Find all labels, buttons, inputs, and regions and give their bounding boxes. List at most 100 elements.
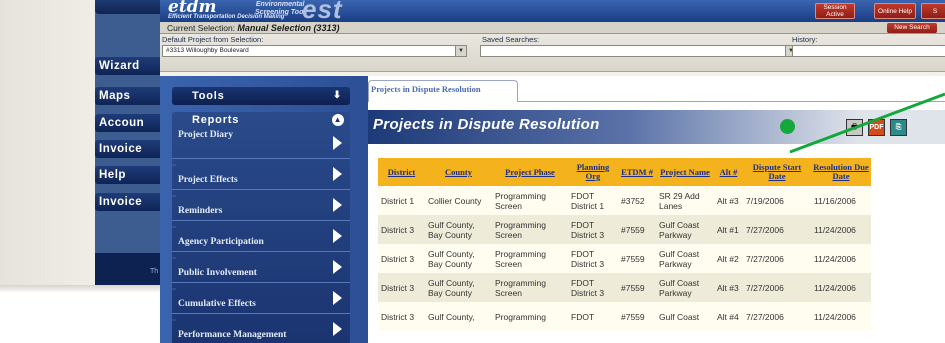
saved-searches-select[interactable]: ▼ bbox=[480, 45, 797, 57]
saved-searches-label: Saved Searches: bbox=[482, 35, 540, 44]
tab-divider bbox=[518, 101, 945, 102]
column-header-planning-org[interactable]: Planning Org bbox=[568, 158, 618, 186]
chevron-down-icon[interactable]: ▼ bbox=[455, 46, 466, 56]
dots-icon: ·· bbox=[172, 225, 177, 231]
cell-planning-org: FDOT bbox=[568, 302, 618, 331]
left-panel: Tools ⬇ Reports ▲ Project Diary ·· Projec… bbox=[160, 76, 368, 343]
cell-project-phase: Programming Screen bbox=[492, 186, 568, 215]
nav-button-invoice-2[interactable]: Invoice bbox=[95, 193, 170, 211]
default-project-select[interactable]: #3313 Willoughby Boulevard ▼ bbox=[162, 45, 467, 57]
report-item-performance-management[interactable]: ·· Performance Management bbox=[172, 314, 350, 343]
table-header-row: District County Project Phase Planning O… bbox=[378, 158, 871, 186]
cell-alt: Alt #4 bbox=[714, 302, 743, 331]
env-screening-label: Environmental Screening Tool bbox=[255, 1, 306, 16]
cell-district: District 1 bbox=[378, 186, 425, 215]
column-header-county[interactable]: County bbox=[425, 158, 492, 186]
nav-button-invoice[interactable]: Invoice bbox=[95, 140, 170, 158]
cell-resolution-due-date: 11/24/2006 bbox=[811, 302, 871, 331]
cell-etdm-number: #7559 bbox=[618, 273, 656, 302]
current-selection-bar: Current Selection: Manual Selection (331… bbox=[160, 22, 945, 34]
table-body: District 1 Collier County Programming Scre… bbox=[378, 186, 871, 331]
play-arrow-icon bbox=[333, 229, 342, 243]
cell-county: Gulf County, Bay County bbox=[425, 244, 492, 273]
default-project-value: #3313 Willoughby Boulevard bbox=[166, 47, 249, 54]
dots-icon: ·· bbox=[172, 194, 177, 200]
report-item-project-diary[interactable]: Project Diary bbox=[172, 128, 350, 159]
nav-button-maps[interactable]: Maps bbox=[95, 87, 170, 105]
cell-project-name: Gulf Coast Parkway bbox=[656, 244, 714, 273]
dots-icon: ·· bbox=[172, 256, 177, 262]
cell-dispute-start-date: 7/19/2006 bbox=[743, 186, 811, 215]
new-search-button[interactable]: New Search bbox=[887, 23, 937, 33]
reports-panel: Reports ▲ Project Diary ·· Project Effect… bbox=[172, 112, 350, 343]
cell-dispute-start-date: 7/27/2006 bbox=[743, 302, 811, 331]
play-arrow-icon bbox=[333, 260, 342, 274]
play-arrow-icon bbox=[333, 291, 342, 305]
current-selection-value: Manual Selection (3313) bbox=[237, 23, 340, 33]
collapse-up-icon[interactable]: ▲ bbox=[332, 114, 344, 126]
tab-projects-in-dispute[interactable]: Projects in Dispute Resolution bbox=[368, 80, 518, 102]
projects-table: District County Project Phase Planning O… bbox=[378, 158, 871, 331]
nav-button-help[interactable]: Help bbox=[95, 166, 170, 184]
title-bar: Projects in Dispute Resolution 🖶 PDF ⎘ bbox=[368, 110, 945, 144]
cell-etdm-number: #3752 bbox=[618, 186, 656, 215]
cell-alt: Alt #3 bbox=[714, 186, 743, 215]
play-arrow-icon bbox=[333, 167, 342, 181]
cell-planning-org: FDOT District 1 bbox=[568, 186, 618, 215]
printer-icon[interactable]: 🖶 bbox=[846, 119, 863, 136]
cell-district: District 3 bbox=[378, 244, 425, 273]
tools-header[interactable]: Tools ⬇ bbox=[172, 87, 350, 105]
dots-icon: ·· bbox=[172, 318, 177, 324]
nav-button-wizard[interactable]: Wizard bbox=[95, 57, 170, 75]
cell-resolution-due-date: 11/24/2006 bbox=[811, 244, 871, 273]
report-item-public-involvement[interactable]: ·· Public Involvement bbox=[172, 252, 350, 283]
column-header-project-name[interactable]: Project Name bbox=[656, 158, 714, 186]
cell-resolution-due-date: 11/24/2006 bbox=[811, 273, 871, 302]
column-header-project-phase[interactable]: Project Phase bbox=[492, 158, 568, 186]
arrow-down-icon[interactable]: ⬇ bbox=[333, 87, 342, 105]
column-header-district[interactable]: District bbox=[378, 158, 425, 186]
header-extra-button[interactable]: S bbox=[921, 3, 945, 19]
cell-planning-org: FDOT District 3 bbox=[568, 244, 618, 273]
export-icon[interactable]: ⎘ bbox=[890, 119, 907, 136]
table-row[interactable]: District 3 Gulf County, Bay County Program… bbox=[378, 273, 871, 302]
column-header-etdm[interactable]: ETDM # bbox=[618, 158, 656, 186]
column-header-alt[interactable]: Alt # bbox=[714, 158, 743, 186]
table-row[interactable]: District 3 Gulf County, Bay County Program… bbox=[378, 215, 871, 244]
nav-button-account[interactable]: Accoun bbox=[95, 114, 170, 132]
report-item-project-effects[interactable]: ·· Project Effects bbox=[172, 159, 350, 190]
reports-header[interactable]: Reports ▲ bbox=[172, 112, 350, 128]
column-header-resolution-due[interactable]: Resolution Due Date bbox=[811, 158, 871, 186]
session-active-button[interactable]: Session Active bbox=[815, 3, 855, 19]
cell-etdm-number: #7559 bbox=[618, 244, 656, 273]
online-help-button[interactable]: Online Help bbox=[874, 3, 916, 19]
est-window: etdm Efficient Transportation Decision M… bbox=[160, 0, 945, 343]
history-select[interactable] bbox=[792, 45, 945, 57]
cell-resolution-due-date: 11/16/2006 bbox=[811, 186, 871, 215]
report-item-cumulative-effects[interactable]: ·· Cumulative Effects bbox=[172, 283, 350, 314]
annotation-dot bbox=[780, 119, 795, 134]
background-app-window: Wizard Maps Accoun Invoice Help Invoice … bbox=[0, 0, 170, 293]
report-item-reminders[interactable]: ·· Reminders bbox=[172, 190, 350, 221]
column-header-dispute-start[interactable]: Dispute Start Date bbox=[743, 158, 811, 186]
cell-dispute-start-date: 7/27/2006 bbox=[743, 215, 811, 244]
cell-etdm-number: #7559 bbox=[618, 302, 656, 331]
cell-district: District 3 bbox=[378, 273, 425, 302]
cell-project-phase: Programming Screen bbox=[492, 244, 568, 273]
table-row[interactable]: District 3 Gulf County, Programming FDOT #75… bbox=[378, 302, 871, 331]
cell-county: Gulf County, Bay County bbox=[425, 215, 492, 244]
content-area: Projects in Dispute Resolution Projects … bbox=[368, 76, 945, 343]
table-row[interactable]: District 1 Collier County Programming Scre… bbox=[378, 186, 871, 215]
cell-project-name: Gulf Coast Parkway bbox=[656, 273, 714, 302]
cell-planning-org: FDOT District 3 bbox=[568, 273, 618, 302]
report-item-agency-participation[interactable]: ·· Agency Participation bbox=[172, 221, 350, 252]
cell-alt: Alt #3 bbox=[714, 273, 743, 302]
pdf-icon[interactable]: PDF bbox=[868, 119, 885, 136]
current-selection-label: Current Selection: bbox=[167, 23, 236, 33]
table-row[interactable]: District 3 Gulf County, Bay County Program… bbox=[378, 244, 871, 273]
cell-project-name: Gulf Coast Parkway bbox=[656, 215, 714, 244]
cell-county: Gulf County, bbox=[425, 302, 492, 331]
play-arrow-icon bbox=[333, 322, 342, 336]
background-top-button[interactable] bbox=[95, 0, 170, 14]
cell-project-name: SR 29 Add Lanes bbox=[656, 186, 714, 215]
